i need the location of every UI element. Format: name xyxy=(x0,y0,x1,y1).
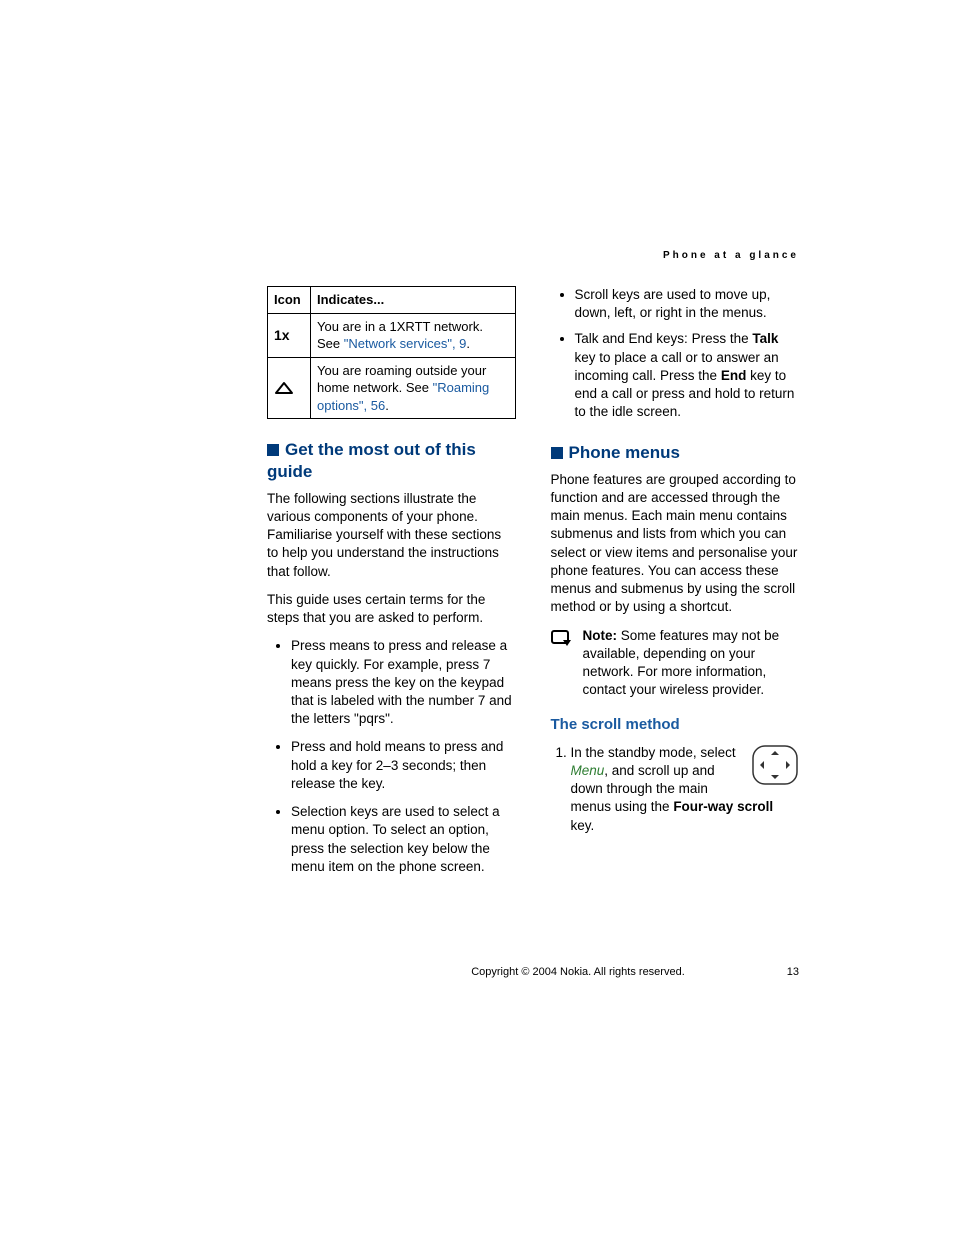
list-item: Press and hold means to press and hold a… xyxy=(291,738,516,793)
bold-key: Four-way scroll xyxy=(673,799,773,814)
note-icon xyxy=(551,630,573,648)
page-number: 13 xyxy=(769,966,799,978)
text: In the standby mode, select xyxy=(571,745,736,760)
heading-text: Get the most out of this guide xyxy=(267,440,476,480)
bullet-list: Scroll keys are used to move up, down, l… xyxy=(551,286,800,422)
list-item: Press means to press and release a key q… xyxy=(291,637,516,728)
note-label: Note: xyxy=(583,628,618,643)
ordered-list: In the standby mode, select Menu, and sc… xyxy=(551,744,800,835)
square-bullet-icon xyxy=(267,444,279,456)
svg-text:1x: 1x xyxy=(274,328,290,342)
page-footer: Copyright © 2004 Nokia. All rights reser… xyxy=(267,966,799,978)
right-column: Scroll keys are used to move up, down, l… xyxy=(551,286,800,886)
list-item: Selection keys are used to select a menu… xyxy=(291,803,516,876)
header-indicates: Indicates... xyxy=(311,287,516,314)
bold-talk: Talk xyxy=(752,331,778,346)
cell-text: You are in a 1XRTT network. See "Network… xyxy=(311,313,516,357)
cell-text: You are roaming outside your home networ… xyxy=(311,357,516,419)
bullet-list: Press means to press and release a key q… xyxy=(267,637,516,876)
note-text: Note: Some features may not be available… xyxy=(583,627,800,700)
heading-phone-menus: Phone menus xyxy=(551,442,800,463)
heading-scroll-method: The scroll method xyxy=(551,715,800,735)
paragraph: The following sections illustrate the va… xyxy=(267,490,516,581)
list-item: In the standby mode, select Menu, and sc… xyxy=(571,744,800,835)
text: . xyxy=(385,398,389,413)
table-row: You are roaming outside your home networ… xyxy=(268,357,516,419)
text: Talk and End keys: Press the xyxy=(575,331,753,346)
link-network-services[interactable]: "Network services", 9 xyxy=(344,336,467,351)
list-item: Talk and End keys: Press the Talk key to… xyxy=(575,330,800,421)
heading-text: Phone menus xyxy=(569,443,680,462)
bold-end: End xyxy=(721,368,747,383)
list-item: Scroll keys are used to move up, down, l… xyxy=(575,286,800,322)
menu-label: Menu xyxy=(571,763,605,778)
text: key. xyxy=(571,818,595,833)
text: . xyxy=(466,336,470,351)
paragraph: Phone features are grouped according to … xyxy=(551,471,800,617)
paragraph: This guide uses certain terms for the st… xyxy=(267,591,516,627)
table-header-row: Icon Indicates... xyxy=(268,287,516,314)
note-block: Note: Some features may not be available… xyxy=(551,627,800,700)
1x-network-icon: 1x xyxy=(268,313,311,357)
icon-table: Icon Indicates... 1x You are in a 1XRTT … xyxy=(267,286,516,419)
header-icon: Icon xyxy=(268,287,311,314)
roaming-icon xyxy=(268,357,311,419)
four-way-scroll-icon xyxy=(751,744,799,786)
table-row: 1x You are in a 1XRTT network. See "Netw… xyxy=(268,313,516,357)
running-header: Phone at a glance xyxy=(267,250,799,261)
left-column: Icon Indicates... 1x You are in a 1XRTT … xyxy=(267,286,516,886)
square-bullet-icon xyxy=(551,447,563,459)
copyright-text: Copyright © 2004 Nokia. All rights reser… xyxy=(387,966,769,978)
heading-get-most: Get the most out of this guide xyxy=(267,439,516,482)
